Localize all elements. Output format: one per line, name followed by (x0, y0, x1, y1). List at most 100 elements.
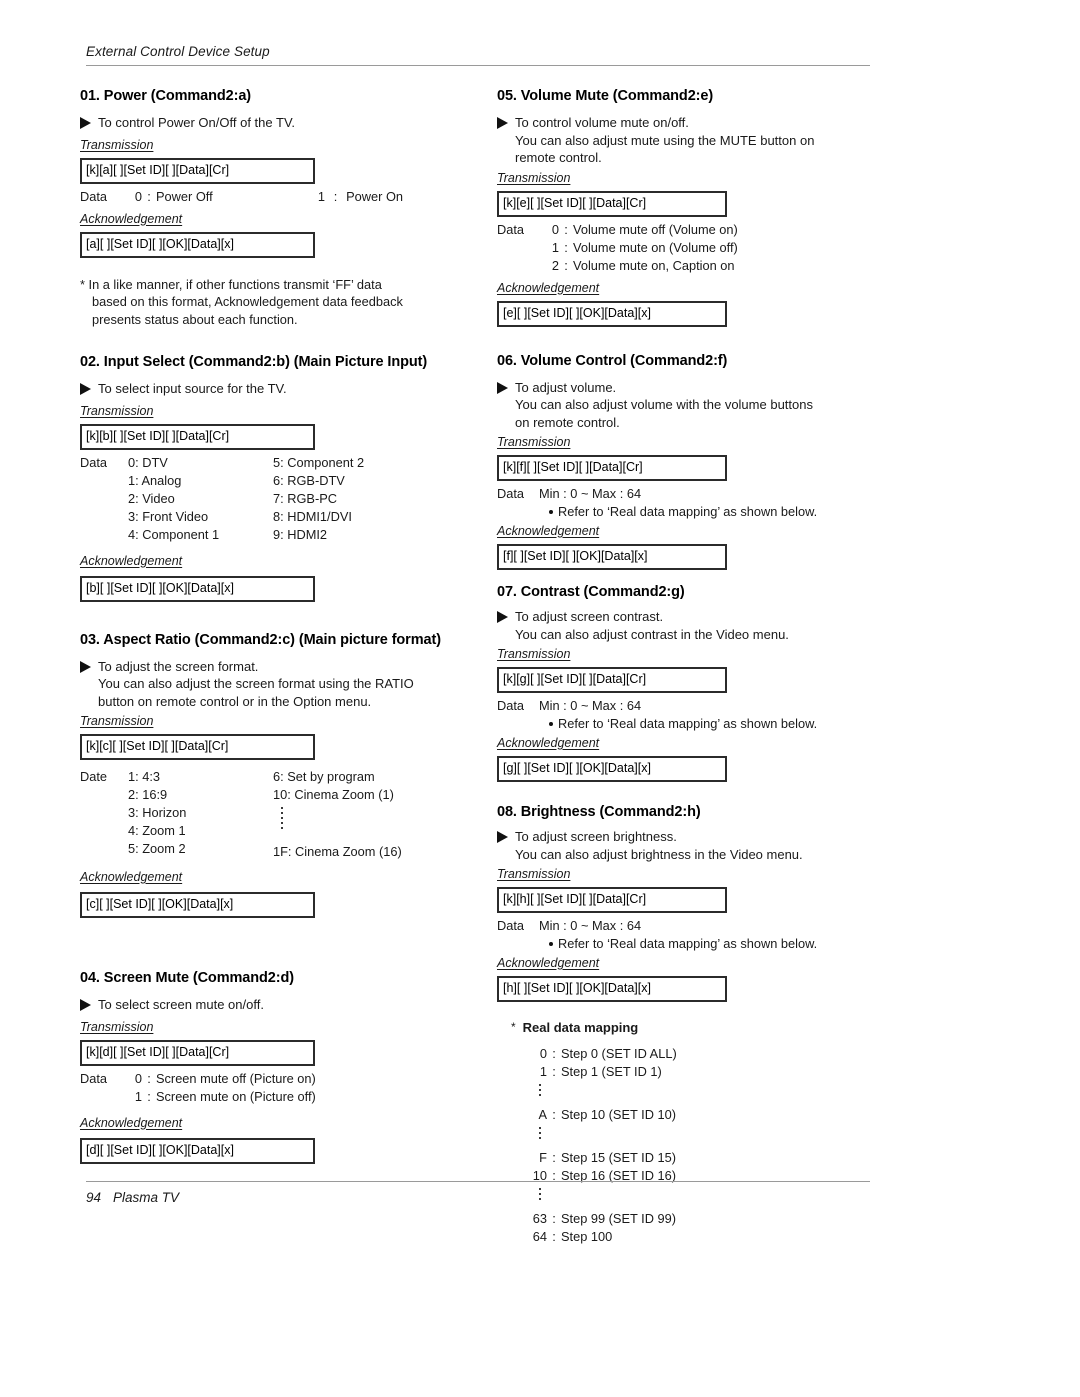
triangle-bullet-icon (497, 611, 508, 623)
transmission-code-box: [k][h][ ][Set ID][ ][Data][Cr] (497, 887, 727, 913)
data-note: Refer to ‘Real data mapping’ as shown be… (497, 715, 897, 732)
data-values: Data Min : 0 ~ Max : 64 Refer to ‘Real d… (497, 485, 897, 520)
desc-line: To control volume mute on/off. (515, 115, 689, 130)
section-title: 02. Input Select (Command2:b) (Main Pict… (80, 354, 428, 370)
mapping-code: A (538, 1107, 547, 1122)
transmission-code-box: [k][a][ ][Set ID][ ][Data][Cr] (80, 157, 315, 184)
data-label: Data (80, 454, 108, 470)
mapping-value: Step 1 (SET ID 1) (561, 1064, 662, 1079)
mapping-row: F: Step 15 (SET ID 15) (521, 1149, 897, 1167)
data-value: Screen mute off (Picture on) (156, 1070, 316, 1086)
data-range: Min : 0 ~ Max : 64 (539, 486, 642, 501)
mapping-row: 1: Step 1 (SET ID 1) (521, 1063, 897, 1081)
data-values: Data 0 : Screen mute off (Picture on) 1 … (80, 1070, 480, 1106)
mapping-code: 64 (532, 1229, 547, 1244)
data-value: 8: HDMI1/DVI (273, 508, 352, 524)
footer-divider (86, 1181, 870, 1182)
data-code: 0 (134, 1070, 142, 1086)
bullet-dot-icon (549, 942, 553, 946)
data-code: 1 (134, 1088, 142, 1104)
data-note-text: Refer to ‘Real data mapping’ as shown be… (558, 936, 818, 951)
data-value: Power Off (156, 188, 213, 204)
section-05-volume-mute: 05. Volume Mute (Command2:e) To control … (497, 88, 897, 327)
data-separator: : (333, 188, 338, 204)
transmission-label: Transmission (80, 137, 154, 152)
data-label (80, 1088, 122, 1106)
data-value: 5: Zoom 2 (128, 841, 186, 856)
acknowledgement-code-box: [c][ ][Set ID][ ][OK][Data][x] (80, 892, 315, 918)
data-values: Data 0 : Power Off 1 : Power On (80, 188, 480, 206)
data-value: 7: RGB-PC (273, 490, 337, 506)
real-data-mapping-list: 0: Step 0 (SET ID ALL) 1: Step 1 (SET ID 1… (497, 1045, 897, 1246)
mapping-separator: : (552, 1211, 556, 1226)
transmission-label: Transmission (497, 647, 571, 661)
desc-line: You can also adjust the screen format us… (98, 676, 414, 691)
data-value: Volume mute off (Volume on) (573, 221, 738, 237)
section-title: 04. Screen Mute (Command2:d) (80, 970, 294, 986)
right-column: 05. Volume Mute (Command2:e) To control … (497, 88, 897, 1246)
data-separator: : (564, 239, 568, 255)
acknowledgement-code-box: [b][ ][Set ID][ ][OK][Data][x] (80, 575, 315, 602)
desc-line: To adjust the screen format. (98, 658, 259, 674)
left-column: 01. Power (Command2:a) To control Power … (80, 88, 480, 1164)
section-02-input-select: 02. Input Select (Command2:b) (Main Pict… (80, 354, 480, 602)
section-title: 01. Power (Command2:a) (80, 88, 252, 104)
mapping-separator: : (552, 1150, 556, 1165)
desc-line: button on remote control or in the Optio… (98, 693, 372, 709)
triangle-bullet-icon (80, 117, 91, 129)
data-code: 0 (134, 188, 142, 204)
data-separator: : (564, 257, 568, 273)
mapping-value: Step 15 (SET ID 15) (561, 1150, 676, 1165)
data-values: Data 0: DTV 1: Analog 2: Video 3: Front … (80, 454, 480, 544)
section-description: To adjust the screen format. You can als… (80, 658, 480, 711)
acknowledgement-code-box: [d][ ][Set ID][ ][OK][Data][x] (80, 1137, 315, 1164)
transmission-code-box: [k][f][ ][Set ID][ ][Data][Cr] (497, 455, 727, 481)
data-value: 2: 16:9 (128, 787, 168, 802)
desc-line: To adjust screen brightness. (515, 829, 677, 844)
footnote-line: based on this format, Acknowledgement da… (92, 294, 403, 309)
page-number: 94 (86, 1190, 102, 1205)
mapping-row: 63: Step 99 (SET ID 99) (521, 1210, 897, 1228)
transmission-label: Transmission (497, 435, 571, 449)
data-range: Min : 0 ~ Max : 64 (539, 918, 642, 933)
section-01-power: 01. Power (Command2:a) To control Power … (80, 88, 480, 328)
transmission-label: Transmission (497, 867, 571, 881)
transmission-code-box: [k][b][ ][Set ID][ ][Data][Cr] (80, 423, 315, 450)
section-title: 06. Volume Control (Command2:f) (497, 352, 728, 369)
triangle-bullet-icon (80, 999, 91, 1011)
transmission-code-box: [k][c][ ][Set ID][ ][Data][Cr] (80, 734, 315, 760)
desc-line: To control Power On/Off of the TV. (98, 115, 296, 130)
triangle-bullet-icon (497, 831, 508, 843)
data-label: Date (80, 769, 108, 784)
section-footnote: * In a like manner, if other functions t… (80, 276, 480, 329)
data-code: 1 (551, 239, 559, 255)
acknowledgement-label: Acknowledgement (497, 956, 600, 970)
data-separator: : (147, 1070, 151, 1086)
triangle-bullet-icon (497, 117, 508, 129)
data-value: Power On (346, 188, 404, 204)
data-label: Data (497, 221, 525, 237)
data-values: Data Min : 0 ~ Max : 64 Refer to ‘Real d… (497, 697, 897, 732)
data-range: Min : 0 ~ Max : 64 (539, 698, 642, 713)
section-description: To select input source for the TV. (80, 380, 480, 398)
section-title: 05. Volume Mute (Command2:e) (497, 88, 714, 104)
footnote-line: * In a like manner, if other functions t… (80, 276, 382, 292)
mapping-value: Step 0 (SET ID ALL) (561, 1046, 677, 1061)
mapping-value: Step 100 (561, 1229, 613, 1244)
section-06-volume-control: 06. Volume Control (Command2:f) To adjus… (497, 352, 897, 570)
data-value: 4: Component 1 (128, 526, 220, 542)
mapping-separator: : (552, 1064, 556, 1079)
data-note-text: Refer to ‘Real data mapping’ as shown be… (558, 504, 818, 519)
data-values: Data Min : 0 ~ Max : 64 Refer to ‘Real d… (497, 917, 897, 952)
transmission-label: Transmission (497, 170, 571, 185)
data-note: Refer to ‘Real data mapping’ as shown be… (497, 935, 897, 952)
desc-line: You can also adjust volume with the volu… (515, 397, 813, 412)
data-code: 2 (551, 257, 559, 273)
desc-line: To select input source for the TV. (98, 381, 287, 396)
manual-page: External Control Device Setup 01. Power … (0, 0, 1080, 1397)
header-title: External Control Device Setup (86, 44, 270, 59)
footnote-line: presents status about each function. (92, 311, 298, 327)
acknowledgement-code-box: [e][ ][Set ID][ ][OK][Data][x] (497, 300, 727, 327)
section-description: To control Power On/Off of the TV. (80, 114, 480, 132)
section-description: To select screen mute on/off. (80, 996, 480, 1014)
